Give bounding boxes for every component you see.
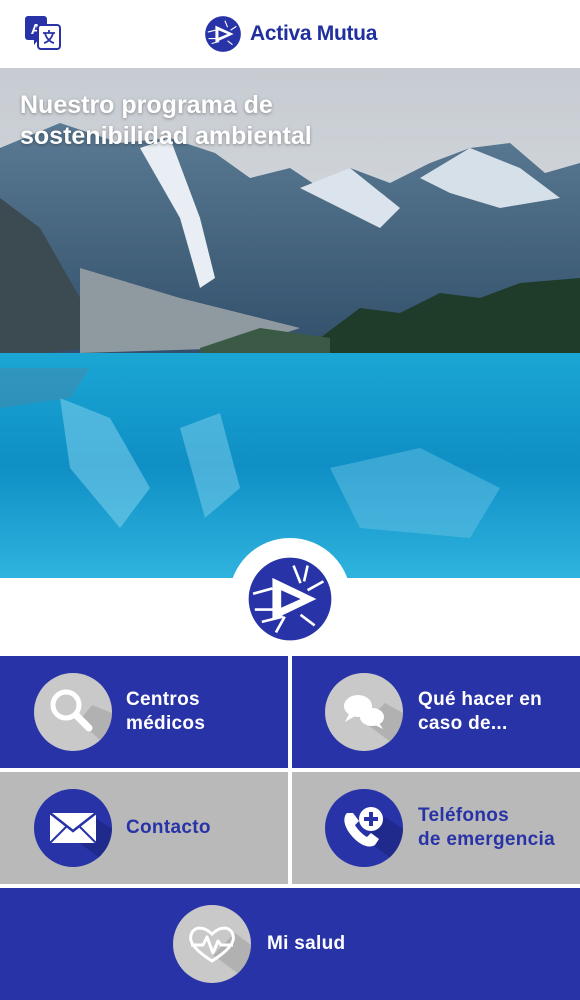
chat-icon xyxy=(325,673,403,751)
label-line: Qué hacer en xyxy=(418,689,542,710)
brand-name: Activa Mutua xyxy=(250,22,378,45)
phone-plus-icon xyxy=(325,789,403,867)
envelope-icon xyxy=(34,789,112,867)
label-line: de emergencia xyxy=(418,829,555,850)
tile-que-hacer-label: Qué hacer en caso de... xyxy=(418,688,542,736)
activa-mutua-logo-icon xyxy=(248,557,332,641)
tile-contacto[interactable]: Contacto xyxy=(0,772,288,884)
tile-que-hacer[interactable]: Qué hacer en caso de... xyxy=(292,656,580,768)
tile-mi-salud[interactable]: Mi salud xyxy=(0,888,580,1000)
label-line: médicos xyxy=(126,713,206,734)
app-header: A Activa Mutua xyxy=(0,0,580,68)
tile-telefonos-label: Teléfonos de emergencia xyxy=(418,804,555,852)
tile-telefonos-emergencia[interactable]: Teléfonos de emergencia xyxy=(292,772,580,884)
tile-contacto-label: Contacto xyxy=(126,817,211,838)
heart-pulse-icon xyxy=(173,905,251,983)
hero-banner[interactable]: Nuestro programa de sostenibilidad ambie… xyxy=(0,68,580,578)
search-icon xyxy=(34,673,112,751)
hero-title: Nuestro programa de sostenibilidad ambie… xyxy=(20,91,312,150)
brand: Activa Mutua xyxy=(204,14,377,54)
activa-mutua-logo xyxy=(205,16,241,52)
label-line: caso de... xyxy=(418,713,508,734)
translate-icon[interactable]: A xyxy=(23,14,63,52)
tile-centros-medicos-label: Centros médicos xyxy=(126,688,205,736)
label-line: Teléfonos xyxy=(418,805,510,826)
activa-mutua-logo xyxy=(229,538,351,660)
label-line: Centros xyxy=(126,689,200,710)
tile-mi-salud-label: Mi salud xyxy=(267,933,346,954)
tile-centros-medicos[interactable]: Centros médicos xyxy=(0,656,288,768)
